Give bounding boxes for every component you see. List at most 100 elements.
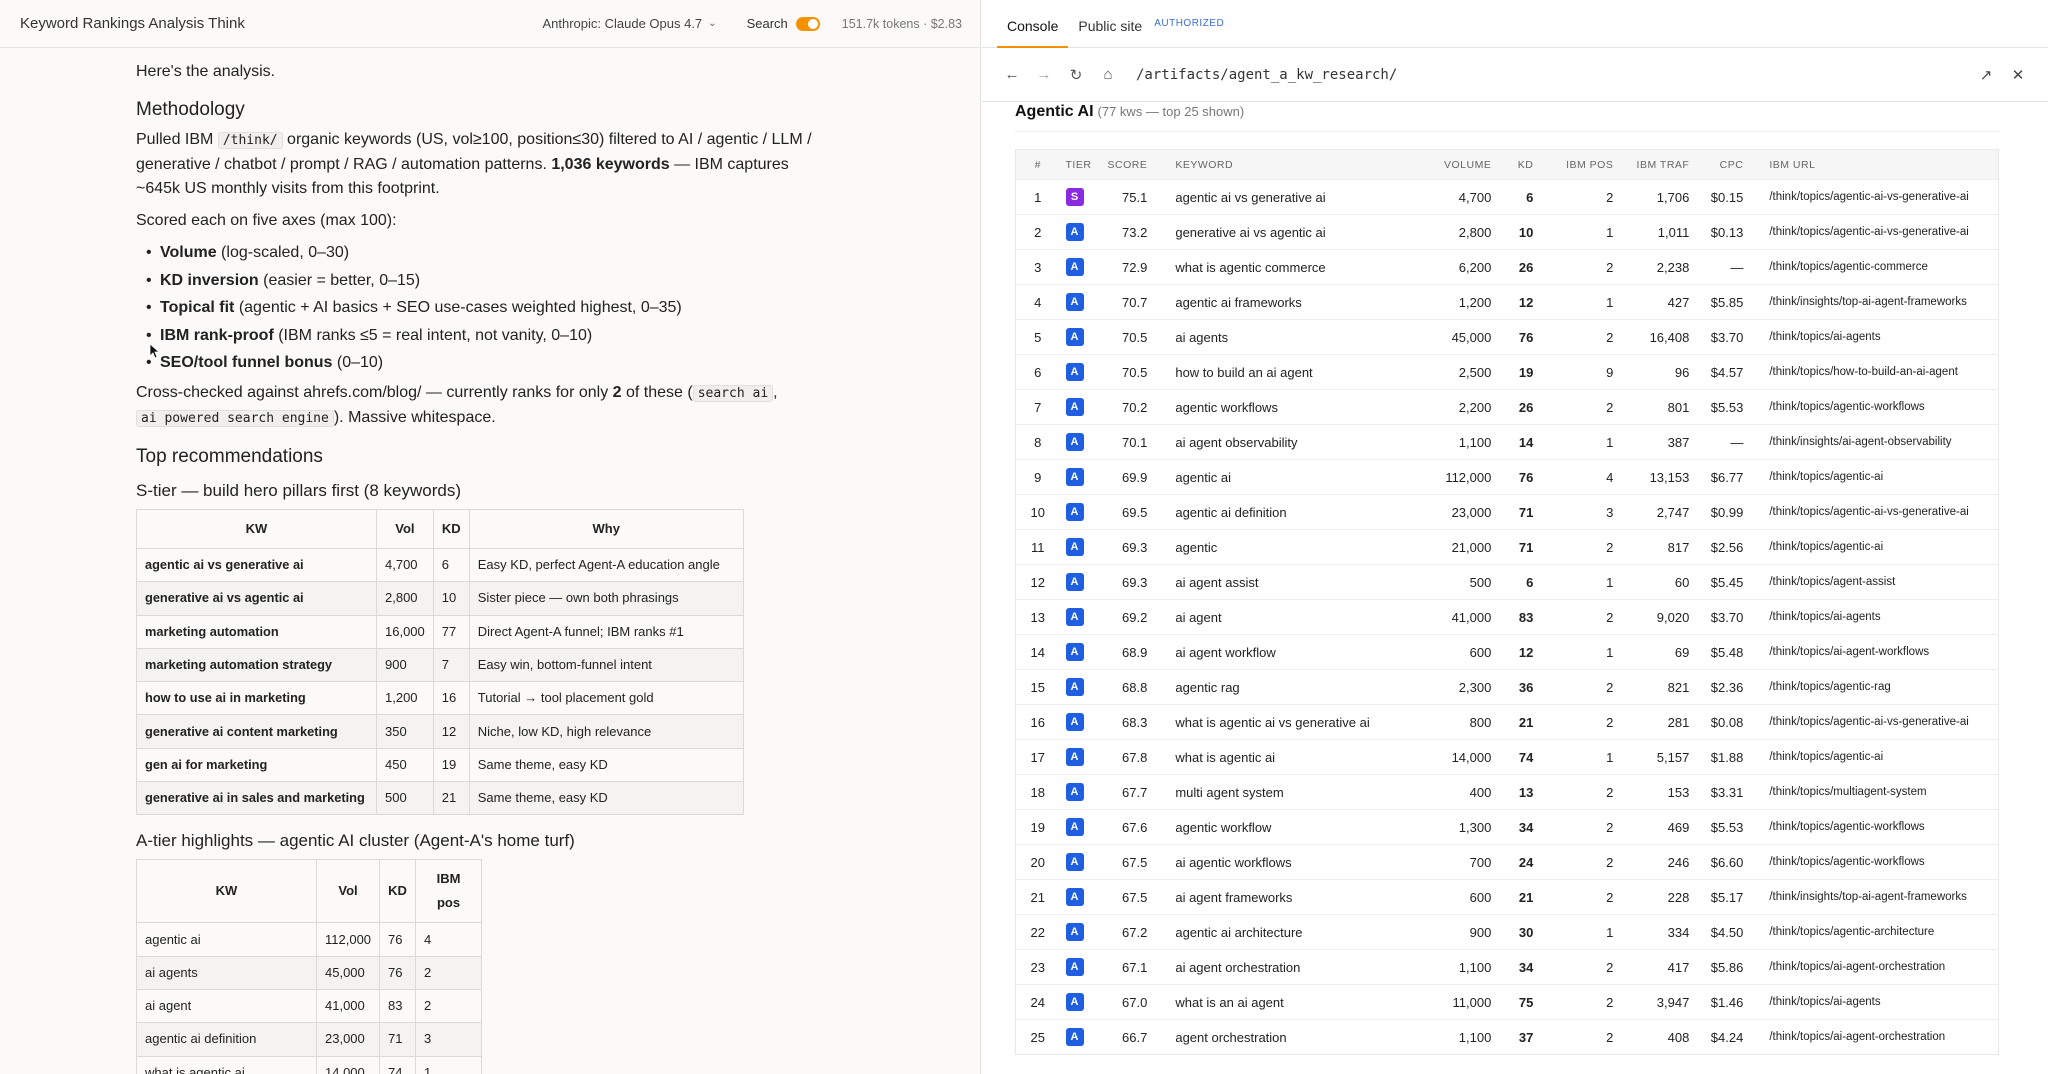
- table-cell: 6: [1015, 354, 1060, 390]
- table-cell: 67.5: [1101, 879, 1162, 915]
- table-cell: 450: [376, 747, 434, 783]
- table-row[interactable]: 4 A 70.7 agentic ai frameworks 1,200 12 1 427 $5…: [1015, 284, 1999, 320]
- table-cell: 821: [1619, 669, 1696, 705]
- table-row[interactable]: 8 A 70.1 ai agent observability 1,100 14 1 387—…: [1015, 424, 1999, 460]
- table-row[interactable]: 15 A 68.8 agentic rag 2,300 36 2 821 $2.36/think…: [1015, 669, 1999, 705]
- table-cell: ai agentic workflows: [1161, 844, 1420, 880]
- top-recommendations-heading: Top recommendations: [136, 446, 323, 467]
- table-row[interactable]: 21 A 67.5 ai agent frameworks 600 21 2 228 $5.17…: [1015, 879, 1999, 915]
- table-cell: $5.86: [1695, 949, 1750, 985]
- table-cell: A: [1059, 319, 1102, 355]
- table-row[interactable]: 2 A 73.2 generative ai vs agentic ai 2,800 10…: [1015, 214, 1999, 250]
- table-row[interactable]: 1 S 75.1 agentic ai vs generative ai 4,700 6 2…: [1015, 179, 1999, 215]
- table-cell: 16: [432, 681, 470, 716]
- table-row[interactable]: 17 A 67.8 what is agentic ai 14,000 74 1 5,157 $…: [1015, 739, 1999, 775]
- table-cell: /think/insights/ai-agent-observability: [1749, 424, 1999, 460]
- table-cell: 1: [1539, 284, 1620, 320]
- table-cell: 60: [1619, 564, 1696, 600]
- table-row[interactable]: 7 A 70.2 agentic workflows 2,200 26 2 801 $5.53/…: [1015, 389, 1999, 425]
- keyword-table: # TIER SCORE KEYWORD VOLUME KD IBM POS IBM TRAF…: [1015, 149, 1999, 1055]
- table-cell: 1,200: [1419, 284, 1498, 320]
- table-cell: 112,000: [315, 922, 381, 957]
- table-cell: /think/topics/agentic-ai: [1749, 459, 1999, 495]
- table-row[interactable]: 6 A 70.5 how to build an ai agent 2,500 19 9 96…: [1015, 354, 1999, 390]
- list-item: KD inversion (easier = better, 0–15): [146, 269, 836, 293]
- table-cell: /think/insights/top-ai-agent-frameworks: [1749, 879, 1999, 915]
- table-row: generative ai in sales and marketing 500 2…: [136, 781, 744, 816]
- table-row[interactable]: 23 A 67.1 ai agent orchestration 1,100 34 2 417…: [1015, 949, 1999, 985]
- table-cell: 3: [1015, 249, 1060, 285]
- table-cell: A: [1059, 1019, 1102, 1055]
- tab-public-site[interactable]: Public site: [1068, 18, 1152, 47]
- table-row[interactable]: 5 A 70.5 ai agents 45,000 76 2 16,408 $3.70/thin…: [1015, 319, 1999, 355]
- table-row[interactable]: 25 A 66.7 agent orchestration 1,100 37 2 408 $4.…: [1015, 1019, 1999, 1055]
- table-row[interactable]: 13 A 69.2 ai agent 41,000 83 2 9,020 $3.70/think…: [1015, 599, 1999, 635]
- column-header: IBM POS: [1566, 158, 1614, 171]
- table-row[interactable]: 11 A 69.3 agentic 21,000 71 2 817 $2.56/think/to…: [1015, 529, 1999, 565]
- table-cell: 37: [1497, 1019, 1540, 1055]
- table-row[interactable]: 22 A 67.2 agentic ai architecture 900 30 1 334 $…: [1015, 914, 1999, 950]
- table-cell: 2: [1539, 179, 1620, 215]
- table-cell: 30: [1497, 914, 1540, 950]
- table-cell: 1,706: [1619, 179, 1696, 215]
- table-cell: $4.57: [1695, 354, 1750, 390]
- table-row: gen ai for marketing 450 19 Same theme, eas…: [136, 747, 744, 783]
- panel-title-text: Agentic AI: [1015, 103, 1094, 120]
- table-cell: 69: [1619, 634, 1696, 670]
- table-cell: 700: [1419, 844, 1498, 880]
- table-cell: 68.9: [1101, 634, 1162, 670]
- table-cell: 4,700: [1419, 179, 1498, 215]
- table-row[interactable]: 9 A 69.9 agentic ai 112,000 76 4 13,153 $6.77/th…: [1015, 459, 1999, 495]
- table-row: generative ai content marketing 350 12 Nich…: [136, 714, 744, 749]
- tier-badge: A: [1065, 1028, 1084, 1046]
- table-cell: 83: [379, 988, 417, 1024]
- table-row[interactable]: 24 A 67.0 what is an ai agent 11,000 75 2 3,947…: [1015, 984, 1999, 1020]
- table-cell: 76: [379, 922, 417, 957]
- url-field[interactable]: /artifacts/agent_a_kw_research/: [1136, 67, 1970, 83]
- table-cell: what is agentic ai: [136, 1055, 317, 1074]
- table-cell: A: [1059, 564, 1102, 600]
- table-row[interactable]: 16 A 68.3 what is agentic ai vs generative …: [1015, 704, 1999, 740]
- table-cell: 75: [1497, 984, 1540, 1020]
- table-cell: 24: [1497, 844, 1540, 880]
- artifact-pane: Console Public site AUTHORIZED ← → ↻ ⌂ /…: [982, 0, 2048, 1074]
- table-cell: 817: [1619, 529, 1696, 565]
- table-row[interactable]: 18 A 67.7 multi agent system 400 13 2 153 $3.31/…: [1015, 774, 1999, 810]
- table-cell: 334: [1619, 914, 1696, 950]
- search-toggle[interactable]: [795, 16, 820, 31]
- table-cell: 11: [1015, 529, 1060, 565]
- column-header: SCORE: [1107, 158, 1148, 171]
- search-label: Search: [746, 16, 788, 31]
- table-cell: 417: [1619, 949, 1696, 985]
- table-row[interactable]: 14 A 68.9 ai agent workflow 600 12 1 69 $5.48/th…: [1015, 634, 1999, 670]
- table-cell: Direct Agent-A funnel; IBM ranks #1: [468, 614, 744, 649]
- close-icon[interactable]: ✕: [2002, 66, 2034, 84]
- table-cell: /think/topics/agentic-workflows: [1749, 389, 1999, 425]
- table-cell: A: [1059, 844, 1102, 880]
- table-cell: 14: [1497, 424, 1540, 460]
- list-item: SEO/tool funnel bonus (0–10): [146, 351, 836, 375]
- column-header: IBM URL: [1769, 158, 1816, 171]
- table-cell: 112,000: [1419, 459, 1498, 495]
- tab-console[interactable]: Console: [997, 18, 1069, 48]
- table-cell: 12: [1015, 564, 1060, 600]
- open-external-icon[interactable]: ↗: [1970, 66, 2002, 84]
- table-cell: /think/topics/ai-agents: [1749, 599, 1999, 635]
- back-icon[interactable]: ←: [996, 66, 1028, 83]
- model-selector[interactable]: Anthropic: Claude Opus 4.7 ⌄: [542, 16, 716, 31]
- table-cell: 3: [415, 1022, 483, 1057]
- reload-icon[interactable]: ↻: [1060, 66, 1092, 84]
- table-cell: marketing automation strategy: [136, 647, 377, 683]
- table-cell: 24: [1015, 984, 1060, 1020]
- forward-icon[interactable]: →: [1028, 66, 1060, 83]
- table-cell: 13,153: [1619, 459, 1696, 495]
- table-cell: /think/topics/agentic-ai: [1749, 529, 1999, 565]
- tier-badge: A: [1065, 748, 1084, 766]
- table-row[interactable]: 3 A 72.9 what is agentic commerce 6,200 26 2 2,…: [1015, 249, 1999, 285]
- table-row[interactable]: 19 A 67.6 agentic workflow 1,300 34 2 469 $5.53/…: [1015, 809, 1999, 845]
- table-row[interactable]: 12 A 69.3 ai agent assist 500 6 1 60 $5.45/think…: [1015, 564, 1999, 600]
- table-cell: 13: [1497, 774, 1540, 810]
- home-icon[interactable]: ⌂: [1092, 66, 1124, 83]
- table-row[interactable]: 10 A 69.5 agentic ai definition 23,000 71 3 2,7…: [1015, 494, 1999, 530]
- table-row[interactable]: 20 A 67.5 ai agentic workflows 700 24 2 246 $6.6…: [1015, 844, 1999, 880]
